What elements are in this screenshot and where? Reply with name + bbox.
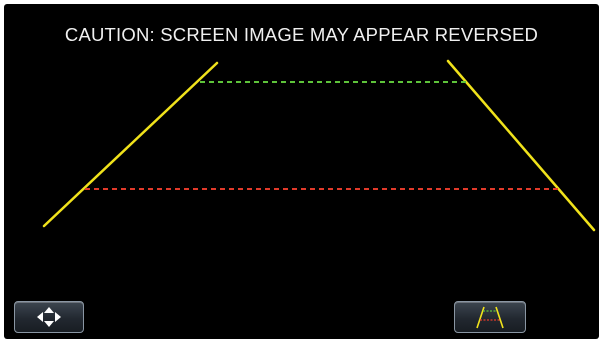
parking-guide-lines	[42, 59, 596, 232]
camera-screen: CAUTION: SCREEN IMAGE MAY APPEAR REVERSE…	[4, 4, 599, 339]
left-side-guide-line	[42, 61, 219, 228]
parking-guide-icon	[476, 306, 504, 329]
guide-lines-toggle-button[interactable]	[454, 301, 526, 333]
right-side-guide-line	[446, 59, 596, 232]
adjust-guide-button[interactable]	[14, 301, 84, 333]
four-way-arrows-icon	[37, 307, 61, 327]
